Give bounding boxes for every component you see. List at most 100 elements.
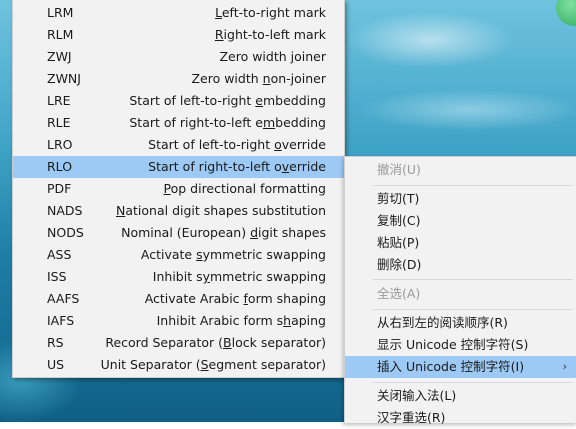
accelerator-key: m: [262, 115, 276, 130]
description-text: Activate: [140, 247, 197, 262]
menu-item-copy[interactable]: 复制(C): [345, 210, 576, 232]
submenu-item-rlo[interactable]: RLO Start of right-to-left override: [13, 156, 344, 178]
accelerator-key: o: [274, 137, 282, 152]
accelerator-key: e: [255, 93, 263, 108]
submenu-item-code: NODS: [47, 225, 84, 240]
submenu-item-rs[interactable]: RS Record Separator (Block separator): [13, 332, 344, 354]
submenu-item-code: IAFS: [47, 313, 75, 328]
submenu-item-code: RS: [47, 335, 64, 350]
description-text: verride: [281, 137, 326, 152]
description-text: igit shapes: [258, 225, 326, 240]
description-text: Zero width: [191, 71, 263, 86]
menu-item-undo[interactable]: 撤消(U): [345, 159, 576, 181]
submenu-item-code: NADS: [47, 203, 83, 218]
submenu-item-code: AAFS: [47, 291, 80, 306]
description-text: egment separator): [208, 357, 326, 372]
menu-item-rtl-reading-order[interactable]: 从右到左的阅读顺序(R): [345, 312, 576, 334]
submenu-item-rle[interactable]: RLE Start of right-to-left embedding: [13, 112, 344, 134]
submenu-item-code: ISS: [47, 269, 67, 284]
description-text: op directional formatting: [170, 181, 326, 196]
description-text: ight-to-left mark: [223, 27, 326, 42]
submenu-item-code: ASS: [47, 247, 72, 262]
description-text: Start of right-to-left e: [129, 115, 263, 130]
description-text: bedding: [275, 115, 326, 130]
description-text: Inhibit Arabic form s: [156, 313, 284, 328]
description-text: Start of left-to-right: [148, 137, 275, 152]
submenu-item-lrm[interactable]: LRM Left-to-right mark: [13, 2, 344, 24]
description-text: aping: [291, 313, 326, 328]
menu-item-paste[interactable]: 粘贴(P): [345, 232, 576, 254]
description-text: lock separator): [231, 335, 326, 350]
unicode-control-char-submenu: LRM Left-to-right mark RLM Right-to-left ma…: [12, 0, 345, 378]
submenu-item-nods[interactable]: NODS Nominal (European) digit shapes: [13, 222, 344, 244]
menu-item-delete-label: 删除(D): [377, 257, 422, 272]
submenu-item-lre[interactable]: LRE Start of left-to-right embedding: [13, 90, 344, 112]
submenu-item-code: RLO: [47, 159, 73, 174]
submenu-item-description: Zero width non-joiner: [191, 68, 326, 90]
description-text: Nominal (European): [121, 225, 251, 240]
submenu-item-us[interactable]: US Unit Separator (Segment separator): [13, 354, 344, 376]
menu-item-delete[interactable]: 删除(D): [345, 254, 576, 276]
submenu-item-rlm[interactable]: RLM Right-to-left mark: [13, 24, 344, 46]
menu-item-cut-label: 剪切(T): [377, 191, 420, 206]
menu-item-close-ime-label: 关闭输入法(L): [377, 388, 457, 403]
submenu-item-iss[interactable]: ISS Inhibit symmetric swapping: [13, 266, 344, 288]
submenu-item-iafs[interactable]: IAFS Inhibit Arabic form shaping: [13, 310, 344, 332]
menu-item-cut[interactable]: 剪切(T): [345, 188, 576, 210]
menu-item-insert-unicode[interactable]: 插入 Unicode 控制字符(I) ›: [345, 356, 576, 378]
submenu-item-code: RLM: [47, 27, 74, 42]
submenu-item-lro[interactable]: LRO Start of left-to-right override: [13, 134, 344, 156]
submenu-item-description: Nominal (European) digit shapes: [121, 222, 326, 244]
menu-item-show-unicode-label: 显示 Unicode 控制字符(S): [377, 337, 529, 352]
submenu-item-code: LRE: [47, 93, 71, 108]
submenu-item-code: LRO: [47, 137, 73, 152]
menu-item-close-ime[interactable]: 关闭输入法(L): [345, 385, 576, 407]
accelerator-key: R: [214, 27, 224, 42]
submenu-item-description: Start of left-to-right override: [148, 134, 326, 156]
accelerator-key: y: [202, 269, 210, 284]
menu-separator: [373, 382, 573, 383]
description-text: erride: [289, 159, 326, 174]
submenu-item-description: Start of right-to-left override: [148, 156, 326, 178]
submenu-item-description: Inhibit Arabic form shaping: [157, 310, 326, 332]
description-text: Start of left-to-right: [129, 93, 256, 108]
accelerator-key: S: [200, 357, 209, 372]
submenu-item-description: Pop directional formatting: [164, 178, 326, 200]
submenu-item-code: PDF: [47, 181, 72, 196]
submenu-item-nads[interactable]: NADS National digit shapes substitution: [13, 200, 344, 222]
description-text: Inhibit s: [152, 269, 203, 284]
menu-separator: [373, 309, 573, 310]
submenu-item-description: Record Separator (Block separator): [105, 332, 326, 354]
submenu-item-description: Activate symmetric swapping: [141, 244, 326, 266]
accelerator-key: d: [250, 225, 258, 240]
submenu-item-code: ZWNJ: [47, 71, 81, 86]
submenu-item-code: LRM: [47, 5, 74, 20]
menu-item-rtl-label: 从右到左的阅读顺序(R): [377, 315, 508, 330]
accelerator-key: n: [262, 71, 271, 86]
description-text: Activate Arabic: [144, 291, 244, 306]
submenu-item-code: US: [47, 357, 65, 372]
menu-item-show-unicode[interactable]: 显示 Unicode 控制字符(S): [345, 334, 576, 356]
description-text: Record Separator (: [105, 335, 224, 350]
menu-item-reconvert-label: 汉字重选(R): [377, 410, 446, 425]
description-text: ymmetric swapping: [202, 247, 326, 262]
submenu-item-aafs[interactable]: AAFS Activate Arabic form shaping: [13, 288, 344, 310]
submenu-item-description: National digit shapes substitution: [116, 200, 326, 222]
submenu-item-description: Activate Arabic form shaping: [145, 288, 326, 310]
submenu-item-ass[interactable]: ASS Activate symmetric swapping: [13, 244, 344, 266]
submenu-item-pdf[interactable]: PDF Pop directional formatting: [13, 178, 344, 200]
submenu-item-zwnj[interactable]: ZWNJ Zero width non-joiner: [13, 68, 344, 90]
description-text: Unit Separator (: [100, 357, 201, 372]
menu-item-reconvert[interactable]: 汉字重选(R): [345, 407, 576, 429]
submenu-item-zwj[interactable]: ZWJ Zero width joiner: [13, 46, 344, 68]
accelerator-key: L: [215, 5, 222, 20]
description-text: mbedding: [262, 93, 326, 108]
submenu-item-description: Left-to-right mark: [215, 2, 326, 24]
menu-item-select-all[interactable]: 全选(A): [345, 283, 576, 305]
description-text: eft-to-right mark: [221, 5, 326, 20]
submenu-item-code: RLE: [47, 115, 71, 130]
submenu-item-description: Start of right-to-left embedding: [129, 112, 326, 134]
menu-separator: [373, 279, 573, 280]
description-text: oiner: [294, 49, 326, 64]
menu-item-copy-label: 复制(C): [377, 213, 421, 228]
